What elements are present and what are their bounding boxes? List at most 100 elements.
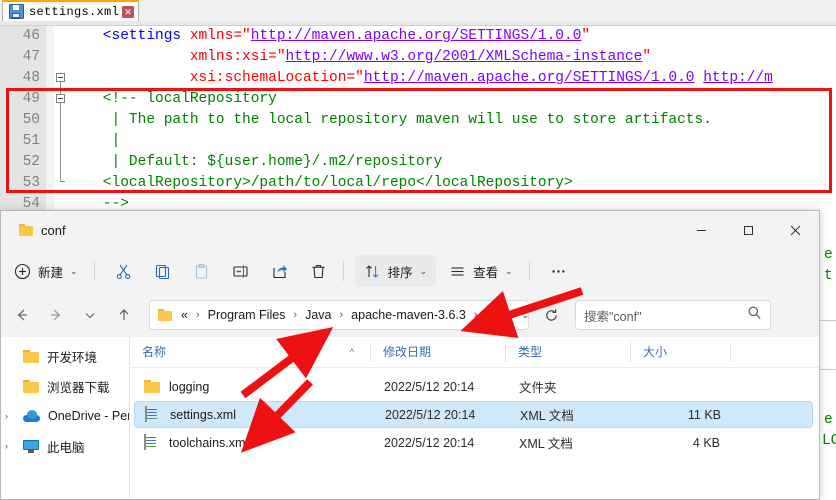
breadcrumb-item-java[interactable]: Java	[303, 308, 333, 322]
sidebar-item-3[interactable]: › 此电脑	[1, 431, 129, 461]
back-button[interactable]	[7, 300, 37, 330]
chevron-down-icon: ⌄	[419, 265, 428, 276]
copy-button[interactable]	[145, 255, 180, 287]
sidebar-item-0[interactable]: 开发环境	[1, 341, 129, 371]
code-line-52: 52 | Default: ${user.home}/.m2/repositor…	[0, 152, 836, 173]
explorer-tab-conf[interactable]: conf	[9, 215, 76, 245]
delete-button[interactable]	[301, 255, 336, 287]
code-token: "	[642, 49, 652, 65]
sort-button-label: 排序	[387, 265, 413, 280]
chevron-down-icon: ⌄	[505, 265, 513, 276]
chevron-right-icon[interactable]: ›	[5, 441, 8, 451]
code-line-53: 53 <localRepository>/path/to/local/repo<…	[0, 173, 836, 194]
column-header-date-label: 修改日期	[383, 345, 432, 359]
rename-icon	[232, 263, 249, 280]
more-button[interactable]	[541, 255, 576, 287]
line-number: 53	[22, 175, 40, 191]
chevron-down-icon[interactable]: ⌄	[511, 310, 529, 321]
code-token: <localRepository>/path/to/local/repo</lo…	[68, 175, 573, 191]
file-size-cell: 4 KB	[692, 435, 720, 450]
code-lines: 46 <settings xmlns="http://maven.apache.…	[0, 26, 836, 210]
rename-button[interactable]	[223, 255, 258, 287]
file-name-cell: settings.xml	[135, 406, 373, 422]
new-button[interactable]: 新建 ⌄	[5, 255, 87, 287]
editor-code-area[interactable]: 46 <settings xmlns="http://maven.apache.…	[0, 26, 836, 210]
recent-locations-button[interactable]	[75, 300, 105, 330]
sidebar-item-label: 开发环境	[47, 350, 98, 365]
code-line-text: | The path to the local repository maven…	[68, 110, 712, 131]
file-type-cell: XML 文档	[520, 409, 574, 423]
cut-button[interactable]	[106, 255, 141, 287]
column-header-name-label: 名称	[142, 345, 167, 359]
plus-circle-icon	[14, 263, 31, 280]
paste-button[interactable]	[184, 255, 219, 287]
breadcrumb[interactable]: « › Program Files › Java › apache-maven-…	[149, 300, 530, 330]
breadcrumb-separator: ›	[195, 309, 200, 321]
breadcrumb-overflow[interactable]: «	[179, 308, 190, 322]
chevron-right-icon[interactable]: ›	[5, 411, 8, 421]
file-type-cell: 文件夹	[519, 381, 557, 395]
sidebar-item-2[interactable]: › OneDrive - Pers	[1, 401, 129, 431]
line-number: 49	[22, 91, 40, 107]
sidebar-item-label: OneDrive - Pers	[48, 409, 129, 423]
search-input[interactable]: 搜索"conf"	[584, 306, 747, 325]
column-headers: 名称 ^ 修改日期 类型 大小	[130, 337, 819, 368]
sidebar-item-1[interactable]: 浏览器下载	[1, 371, 129, 401]
file-date-cell: 2022/5/12 20:14	[385, 407, 476, 422]
code-token: xmlns=	[189, 28, 243, 44]
bg-editor-text-c: e	[824, 412, 833, 428]
code-line-46: 46 <settings xmlns="http://maven.apache.…	[0, 26, 836, 47]
maximize-button[interactable]	[725, 211, 772, 249]
sort-button[interactable]: 排序 ⌄	[354, 255, 437, 287]
file-type-cell: XML 文档	[519, 437, 573, 451]
editor-tab-settings-xml[interactable]: settings.xml ✕	[2, 0, 140, 21]
code-line-text: <!-- localRepository	[68, 89, 277, 110]
up-button[interactable]	[109, 300, 139, 330]
navigation-pane[interactable]: 开发环境浏览器下载 › OneDrive - Pers › 此电脑	[1, 337, 130, 499]
folder-icon	[158, 309, 172, 321]
file-row-0[interactable]: logging 2022/5/12 20:14 文件夹	[134, 373, 813, 400]
forward-button[interactable]	[41, 300, 71, 330]
code-token: xmlns:xsi="	[189, 49, 286, 65]
line-number: 50	[22, 112, 40, 128]
column-header-size[interactable]: 大小	[630, 342, 730, 362]
close-icon[interactable]: ✕	[122, 5, 135, 18]
editor-tab-label: settings.xml	[29, 4, 120, 19]
explorer-toolbar: 新建 ⌄ 排序 ⌄ 查看 ⌄	[1, 249, 819, 294]
refresh-button[interactable]	[537, 301, 565, 329]
breadcrumb-item-apache-maven[interactable]: apache-maven-3.6.3	[349, 308, 468, 322]
sidebar-item-label: 此电脑	[47, 440, 85, 455]
breadcrumb-separator: ›	[293, 309, 298, 321]
search-box[interactable]: 搜索"conf"	[575, 300, 771, 330]
line-number: 48	[22, 70, 40, 86]
close-button[interactable]	[772, 211, 819, 249]
file-row-2[interactable]: toolchains.xml 2022/5/12 20:14 XML 文档 4 KB	[134, 429, 813, 456]
line-number: 46	[22, 28, 40, 44]
code-token: | Default: ${user.home}/.m2/repository	[68, 154, 443, 170]
breadcrumb-separator: ›	[473, 309, 478, 321]
share-button[interactable]	[262, 255, 297, 287]
minimize-button[interactable]	[678, 211, 725, 249]
code-line-text: <localRepository>/path/to/local/repo</lo…	[68, 173, 573, 194]
file-row-1[interactable]: settings.xml 2022/5/12 20:14 XML 文档 11 KB	[134, 401, 813, 428]
onedrive-icon	[23, 410, 40, 422]
file-name-cell: logging	[134, 380, 372, 394]
code-line-54: 54 -->	[0, 194, 836, 210]
folder-icon	[144, 380, 160, 393]
code-line-text: |	[68, 131, 121, 152]
column-header-name[interactable]: 名称 ^	[130, 342, 370, 362]
breadcrumb-item-conf[interactable]: conf	[484, 308, 512, 322]
folder-icon	[19, 224, 33, 236]
file-name-label: toolchains.xml	[169, 435, 249, 450]
file-list-pane[interactable]: 名称 ^ 修改日期 类型 大小 logging 2022/5/12 20:14 文件…	[130, 337, 819, 499]
column-header-date[interactable]: 修改日期	[370, 342, 505, 362]
column-header-type[interactable]: 类型	[505, 342, 630, 362]
explorer-body: 开发环境浏览器下载 › OneDrive - Pers › 此电脑 名称 ^ 修改日期 …	[1, 337, 819, 499]
code-token: "	[242, 28, 251, 44]
view-button[interactable]: 查看 ⌄	[440, 255, 522, 287]
breadcrumb-item-program-files[interactable]: Program Files	[206, 308, 288, 322]
column-header-type-label: 类型	[518, 345, 543, 359]
bg-editor-text-a: e	[824, 247, 833, 263]
bg-editor-text-b: t	[824, 268, 833, 284]
